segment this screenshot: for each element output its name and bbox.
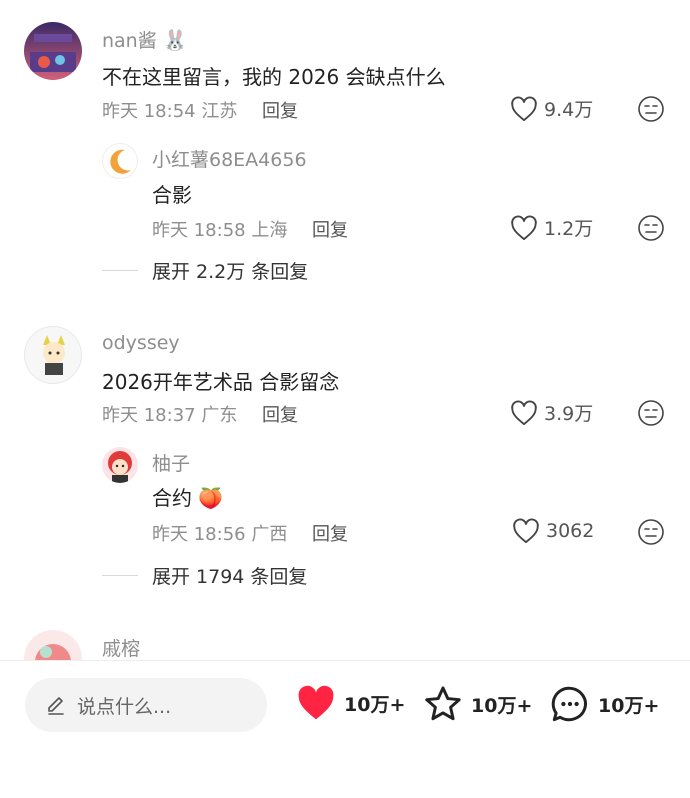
star-icon — [425, 686, 461, 721]
reply-avatar[interactable] — [102, 447, 138, 483]
reply-avatar[interactable] — [102, 143, 138, 179]
expand-replies-button[interactable]: 展开 1794 条回复 — [102, 562, 307, 589]
collect-action[interactable]: 10万+ — [423, 685, 532, 723]
reply-meta: 昨天 18:56 广西 — [152, 520, 287, 546]
like-count: 3.9万 — [544, 403, 594, 425]
like-count: 1.2万 — [544, 218, 594, 240]
dislike-face-icon[interactable] — [637, 399, 665, 427]
comment-input-placeholder: 说点什么... — [77, 695, 172, 718]
pencil-icon — [48, 697, 64, 715]
comment-time: 昨天 18:37 — [102, 405, 196, 426]
heart-outline-icon — [511, 400, 537, 425]
comment-text[interactable]: 2026开年艺术品 合影留念 — [102, 366, 339, 395]
comment-author[interactable]: nan酱 🐰 — [102, 26, 188, 53]
heart-filled-icon — [298, 685, 334, 720]
collect-count: 10万+ — [471, 694, 533, 717]
comment-time: 昨天 18:54 — [102, 101, 196, 122]
like-count: 9.4万 — [544, 99, 594, 121]
comment-item: nan酱 🐰 不在这里留言，我的 2026 会缺点什么 昨天 18:54 江苏 … — [0, 0, 690, 300]
comment-bubble-icon — [551, 686, 587, 722]
expand-replies-label[interactable]: 展开 2.2万 条回复 — [152, 257, 308, 284]
comment-meta: 昨天 18:54 江苏 — [102, 97, 237, 123]
avatar[interactable] — [24, 326, 82, 384]
comment-count: 10万+ — [598, 694, 660, 717]
reply-button[interactable]: 回复 — [312, 216, 348, 242]
avatar[interactable] — [24, 630, 82, 660]
comment-item: odyssey 2026开年艺术品 合影留念 昨天 18:37 广东 回复 3.… — [0, 310, 690, 610]
like-action[interactable]: 10万+ — [296, 685, 405, 721]
comment-list: nan酱 🐰 不在这里留言，我的 2026 会缺点什么 昨天 18:54 江苏 … — [0, 0, 690, 660]
comment-location: 江苏 — [201, 101, 238, 122]
like-button[interactable]: 3.9万 — [510, 399, 593, 426]
heart-outline-icon — [513, 518, 539, 544]
reply-meta: 昨天 18:58 上海 — [152, 216, 287, 242]
bottom-action-bar: 说点什么... 10万+ 10万+ 10万+ — [0, 660, 690, 798]
like-count: 3062 — [546, 520, 595, 542]
reply-location: 广西 — [251, 524, 288, 545]
author-name[interactable]: nan酱 — [102, 30, 157, 52]
like-button[interactable]: 9.4万 — [510, 95, 593, 122]
reply-time: 昨天 18:56 — [152, 524, 246, 545]
rabbit-emoji-icon: 🐰 — [162, 28, 188, 52]
reply-text[interactable]: 合影 — [152, 179, 192, 208]
expand-replies-button[interactable]: 展开 2.2万 条回复 — [102, 257, 308, 284]
comment-meta: 昨天 18:37 广东 — [102, 401, 237, 427]
comment-action[interactable]: 10万+ — [550, 685, 659, 723]
reply-button[interactable]: 回复 — [312, 520, 348, 546]
reply-text[interactable]: 合约 🍑 — [152, 482, 223, 511]
comment-input[interactable]: 说点什么... — [25, 678, 267, 732]
reply-author[interactable]: 小红薯68EA4656 — [152, 145, 307, 172]
heart-outline-icon — [511, 215, 537, 240]
comment-location: 广东 — [201, 405, 238, 426]
peach-emoji-icon: 🍑 — [198, 486, 224, 510]
like-button[interactable]: 1.2万 — [510, 214, 593, 241]
reply-button[interactable]: 回复 — [262, 97, 298, 123]
comment-author[interactable]: odyssey — [102, 332, 180, 354]
reply-author[interactable]: 柚子 — [152, 449, 190, 476]
dislike-face-icon[interactable] — [637, 518, 665, 546]
reply-location: 上海 — [251, 220, 288, 241]
reply-button[interactable]: 回复 — [262, 401, 298, 427]
divider — [102, 575, 138, 576]
like-button[interactable]: 3062 — [512, 518, 594, 544]
expand-replies-label[interactable]: 展开 1794 条回复 — [152, 562, 307, 589]
reply-text-content: 合约 — [152, 486, 192, 510]
like-count: 10万+ — [344, 693, 406, 716]
comment-text[interactable]: 不在这里留言，我的 2026 会缺点什么 — [102, 61, 446, 90]
dislike-face-icon[interactable] — [637, 214, 665, 242]
avatar[interactable] — [24, 22, 82, 80]
divider — [102, 270, 138, 271]
comment-item: 戚榕 — [0, 620, 690, 660]
heart-outline-icon — [511, 96, 537, 121]
dislike-face-icon[interactable] — [637, 95, 665, 123]
reply-time: 昨天 18:58 — [152, 220, 246, 241]
comment-author[interactable]: 戚榕 — [102, 634, 140, 660]
